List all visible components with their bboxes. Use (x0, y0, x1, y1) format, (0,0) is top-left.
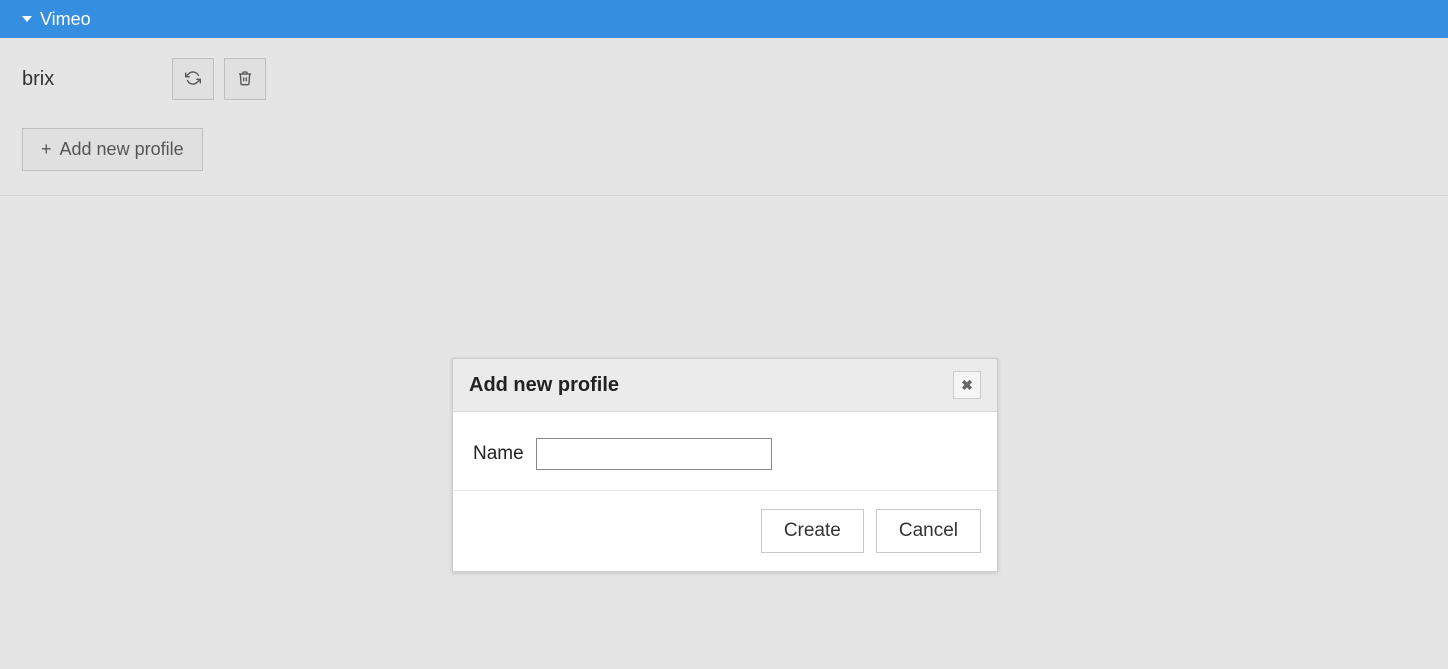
delete-button[interactable] (224, 58, 266, 100)
plus-icon: + (41, 139, 52, 160)
refresh-icon (185, 70, 201, 89)
caret-down-icon (22, 16, 32, 22)
dialog-body: Name (453, 412, 997, 491)
refresh-button[interactable] (172, 58, 214, 100)
close-icon: ✖ (961, 377, 973, 394)
name-label: Name (473, 443, 524, 465)
profile-row: brix (22, 58, 1426, 100)
name-input[interactable] (536, 438, 772, 470)
trash-icon (237, 70, 253, 89)
create-button[interactable]: Create (761, 509, 864, 553)
dialog-header: Add new profile ✖ (453, 359, 997, 412)
add-profile-label: Add new profile (60, 139, 184, 160)
cancel-button[interactable]: Cancel (876, 509, 981, 553)
profile-name: brix (22, 68, 162, 91)
dialog-footer: Create Cancel (453, 491, 997, 571)
profile-section: brix + Add new profile (0, 38, 1448, 196)
dialog-title: Add new profile (469, 374, 619, 397)
add-profile-button[interactable]: + Add new profile (22, 128, 203, 171)
section-header[interactable]: Vimeo (0, 0, 1448, 38)
dialog-close-button[interactable]: ✖ (953, 371, 981, 399)
add-profile-dialog: Add new profile ✖ Name Create Cancel (452, 358, 998, 572)
section-title: Vimeo (40, 9, 91, 30)
